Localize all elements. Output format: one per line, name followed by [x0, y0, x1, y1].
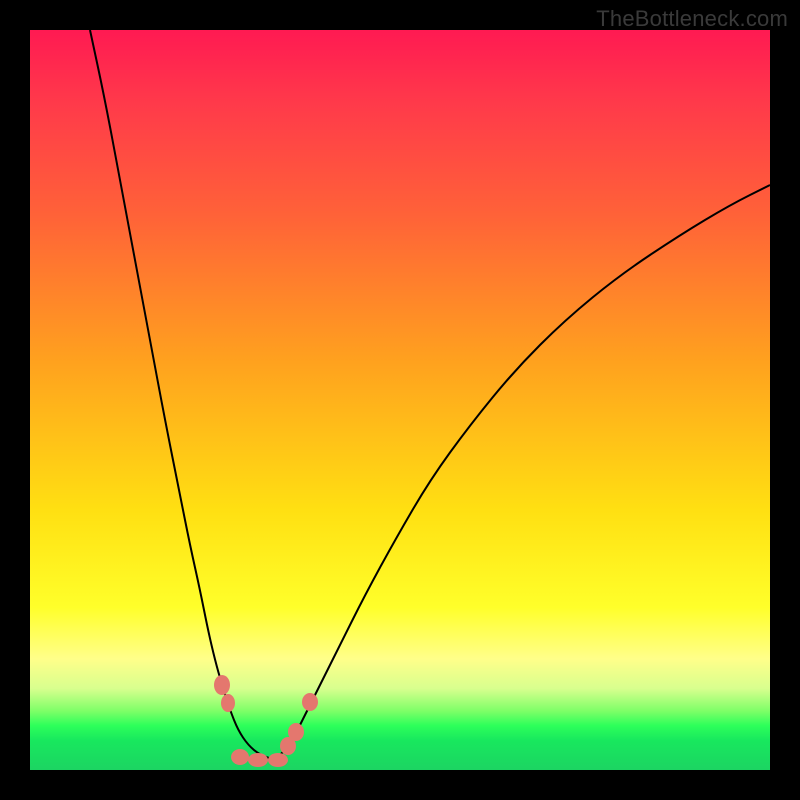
right-mid-bead — [288, 723, 304, 741]
chart-frame — [30, 30, 770, 770]
floor-bead-3 — [268, 753, 288, 767]
chart-svg — [30, 30, 770, 770]
left-mid-bead — [221, 694, 235, 712]
watermark-text: TheBottleneck.com — [596, 6, 788, 32]
left-curve-path — [90, 30, 275, 760]
left-top-bead — [214, 675, 230, 695]
right-curve-path — [275, 185, 770, 760]
floor-bead-2 — [248, 753, 268, 767]
right-top-bead — [302, 693, 318, 711]
floor-bead-1 — [231, 749, 249, 765]
